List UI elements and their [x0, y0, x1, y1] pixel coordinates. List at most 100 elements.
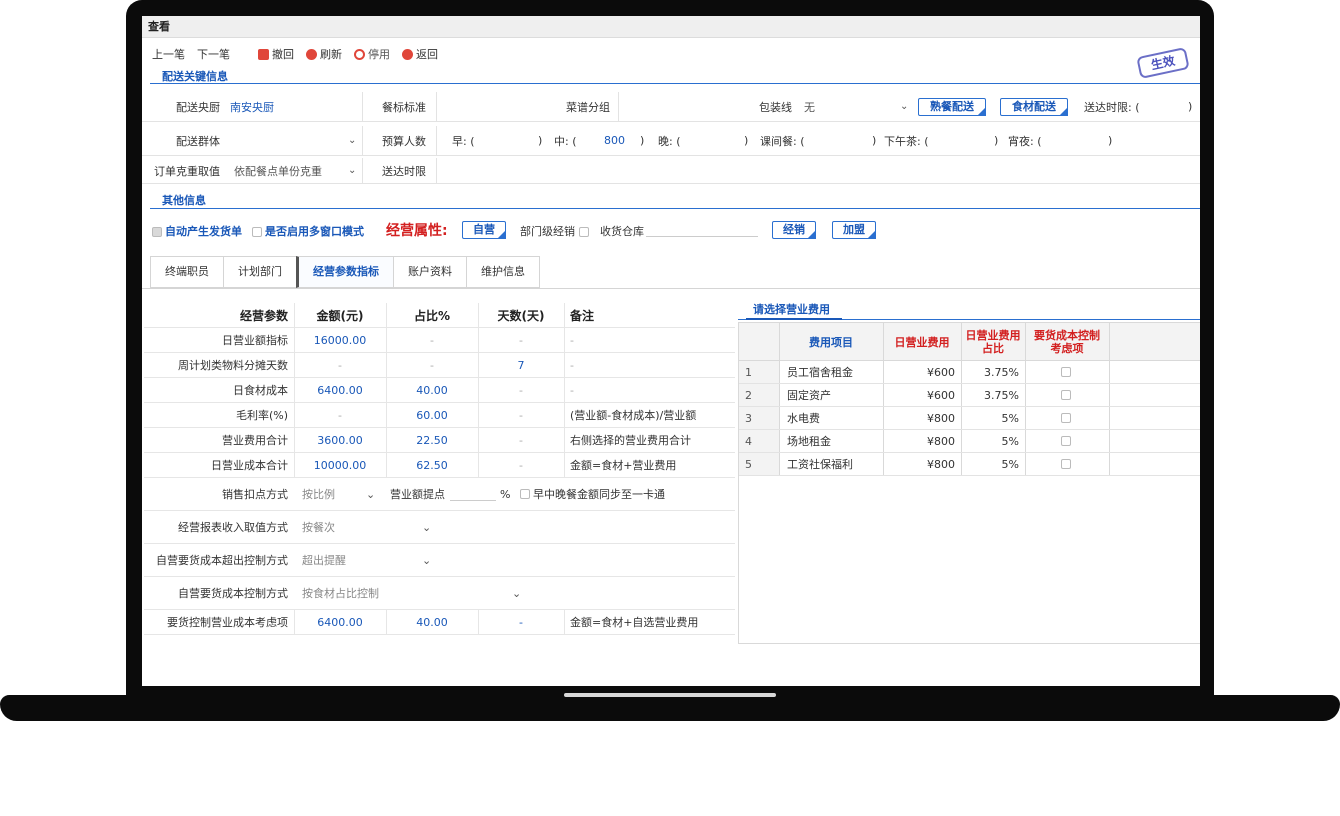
next-record-button[interactable]: 下一笔 — [197, 46, 230, 62]
pack-line-select[interactable]: 无 — [804, 92, 914, 121]
laptop-base — [0, 695, 1340, 721]
param-days: - — [519, 333, 523, 347]
checkbox-icon — [1060, 413, 1071, 423]
night-close: ) — [1108, 134, 1113, 147]
options-row: 自动产生发货单 是否启用多窗口模式 经营属性: 自营 部门级经销 收货仓库 经销… — [152, 220, 1192, 240]
chevron-down-icon[interactable]: ⌄ — [348, 158, 360, 183]
income-select[interactable]: 按餐次 — [302, 511, 402, 543]
cost-control-checkbox[interactable] — [1025, 453, 1109, 475]
param-amount: 10000.00 — [313, 458, 367, 472]
checkbox-icon — [1060, 367, 1071, 377]
discount-label: 销售扣点方式 — [222, 488, 288, 501]
dept-dist-checkbox[interactable]: 部门级经销 — [520, 223, 592, 239]
auto-dispatch-label: 自动产生发货单 — [165, 225, 242, 238]
tab-account[interactable]: 账户资料 — [393, 256, 466, 288]
back-button[interactable]: 返回 — [402, 46, 438, 62]
cost-row: 要货控制营业成本考虑项 6400.00 40.00 - 金额=食材+自选营业费用 — [144, 610, 735, 635]
params-row: 日营业额指标 16000.00 - - - — [144, 328, 735, 353]
weight-select[interactable]: 依配餐点单份克重 — [234, 158, 344, 183]
grid-line — [564, 453, 565, 477]
sync-checkbox[interactable]: 早中晚餐金额同步至一卡通 — [520, 478, 730, 510]
cost-note: 金额=食材+自选营业费用 — [570, 616, 699, 629]
discount-select[interactable]: 按比例 — [302, 478, 362, 510]
pack-line-value: 无 — [804, 100, 815, 114]
expense-row[interactable]: 2 固定资产 ¥600 3.75% — [739, 384, 1200, 407]
grid-line — [1109, 430, 1110, 452]
checkbox-icon — [1060, 459, 1071, 469]
grid-line — [564, 378, 565, 402]
chevron-down-icon[interactable]: ⌄ — [512, 577, 524, 609]
cost-control-checkbox[interactable] — [1025, 407, 1109, 429]
group-label: 配送群体 — [176, 134, 220, 148]
cost-control-checkbox[interactable] — [1025, 430, 1109, 452]
withdraw-button[interactable]: 撤回 — [258, 46, 294, 62]
self-operated-button[interactable]: 自营 — [462, 221, 506, 239]
lunch-value[interactable]: 800 — [604, 126, 634, 155]
over-select[interactable]: 超出提醒 — [302, 544, 402, 576]
expense-ratio: 3.75% — [984, 388, 1019, 402]
class-meal-label: 课间餐: ( — [760, 134, 805, 148]
chevron-down-icon[interactable]: ⌄ — [348, 126, 360, 155]
weight-value: 依配餐点单份克重 — [234, 164, 322, 178]
param-name: 毛利率(%) — [235, 409, 288, 422]
chevron-down-icon[interactable]: ⌄ — [422, 544, 434, 576]
param-name: 日营业额指标 — [222, 334, 288, 347]
prev-record-button[interactable]: 上一笔 — [152, 46, 185, 62]
food-delivery-button[interactable]: 食材配送 — [1000, 98, 1068, 116]
params-row: 毛利率(%) - 60.00 - (营业额-食材成本)/营业额 — [144, 403, 735, 428]
tab-plan-dept[interactable]: 计划部门 — [223, 256, 296, 288]
kitchen-value[interactable]: 南安央厨 — [230, 92, 360, 121]
expense-header: 费用项目 日营业费用 日营业费用占比 要货成本控制考虑项 — [739, 323, 1200, 361]
param-ratio: - — [430, 333, 434, 347]
expense-row[interactable]: 3 水电费 ¥800 5% — [739, 407, 1200, 430]
expense-row[interactable]: 4 场地租金 ¥800 5% — [739, 430, 1200, 453]
checkbox-icon — [578, 227, 589, 237]
checkbox-icon — [520, 489, 530, 499]
grid-line — [436, 158, 437, 183]
cost-control-checkbox[interactable] — [1025, 384, 1109, 406]
revenue-point-label: 营业额提点 — [390, 488, 445, 501]
back-icon — [402, 48, 413, 60]
chevron-down-icon[interactable]: ⌄ — [366, 478, 378, 510]
header-cost-control: 要货成本控制考虑项 — [1034, 328, 1100, 355]
dinner-label: 晚: ( — [658, 134, 681, 148]
multi-window-checkbox[interactable]: 是否启用多窗口模式 — [252, 223, 364, 239]
grid-line — [779, 361, 780, 383]
franchise-button[interactable]: 加盟 — [832, 221, 876, 239]
revenue-point-input[interactable] — [450, 500, 496, 501]
param-days: - — [519, 458, 523, 472]
expense-item: 工资社保福利 — [787, 458, 853, 471]
cost-label: 要货控制营业成本考虑项 — [167, 616, 288, 629]
withdraw-label: 撤回 — [272, 48, 294, 61]
group-select[interactable] — [230, 126, 360, 155]
distribution-button[interactable]: 经销 — [772, 221, 816, 239]
param-note: (营业额-食材成本)/营业额 — [570, 409, 697, 422]
tab-maintenance[interactable]: 维护信息 — [466, 256, 540, 288]
ctrl-select[interactable]: 按食材占比控制 — [302, 577, 462, 609]
grid-line — [564, 428, 565, 452]
refresh-button[interactable]: 刷新 — [306, 46, 342, 62]
grid-line — [564, 403, 565, 427]
section-key-info-line — [150, 83, 1200, 84]
warehouse-input[interactable] — [646, 236, 758, 237]
biz-attr-label: 经营属性: — [386, 223, 448, 239]
chevron-down-icon[interactable]: ⌄ — [900, 92, 914, 121]
section-other-info: 其他信息 — [162, 194, 206, 207]
disable-button[interactable]: 停用 — [354, 46, 390, 62]
tab-biz-params[interactable]: 经营参数指标 — [296, 256, 393, 288]
cost-control-checkbox[interactable] — [1025, 361, 1109, 383]
cooked-delivery-button[interactable]: 熟餐配送 — [918, 98, 986, 116]
expense-row[interactable]: 5 工资社保福利 ¥800 5% — [739, 453, 1200, 476]
header-fee-ratio: 日营业费用占比 — [965, 328, 1021, 355]
chevron-down-icon[interactable]: ⌄ — [422, 511, 434, 543]
expense-row[interactable]: 1 员工宿舍租金 ¥600 3.75% — [739, 361, 1200, 384]
expense-ratio: 5% — [1001, 457, 1019, 471]
income-label: 经营报表收入取值方式 — [178, 521, 288, 534]
grid-line — [961, 323, 962, 360]
tab-staff[interactable]: 终端职员 — [150, 256, 223, 288]
grid-line — [1109, 384, 1110, 406]
sync-label: 早中晚餐金额同步至一卡通 — [533, 488, 665, 501]
auto-dispatch-checkbox[interactable]: 自动产生发货单 — [152, 223, 242, 239]
tea-close: ) — [994, 134, 999, 147]
param-name: 日营业成本合计 — [211, 459, 288, 472]
